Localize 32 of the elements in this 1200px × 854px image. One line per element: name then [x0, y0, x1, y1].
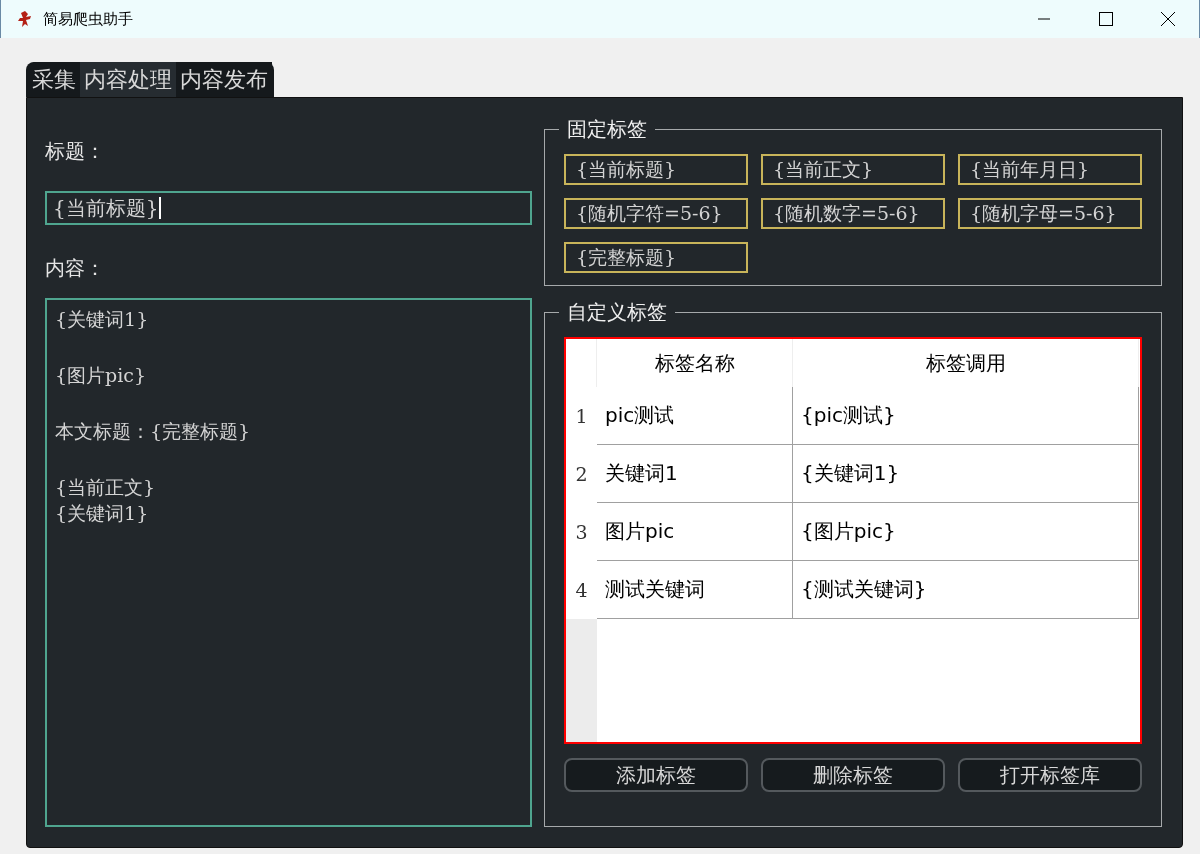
tag-chip[interactable]: {当前标题} — [564, 154, 748, 185]
group-title: 自定义标签 — [559, 299, 675, 326]
tag-chip[interactable]: {当前年月日} — [958, 154, 1142, 185]
tag-chip[interactable]: {随机字符=5-6} — [564, 198, 748, 229]
content-line: {图片pic} — [55, 363, 148, 388]
table-cell: 图片pic — [597, 503, 793, 561]
close-icon[interactable] — [1158, 9, 1178, 29]
tag-chip[interactable]: {随机字母=5-6} — [958, 198, 1142, 229]
action-button[interactable]: 添加标签 — [564, 758, 748, 792]
table-cell: {测试关键词} — [793, 561, 1139, 619]
table-cell: {图片pic} — [793, 503, 1139, 561]
content-line: {关键词1} — [55, 501, 150, 526]
maximize-icon[interactable] — [1096, 9, 1116, 29]
table-cell: {关键词1} — [793, 445, 1139, 503]
content-line: {关键词1} — [55, 307, 150, 332]
tag-chip[interactable]: {完整标题} — [564, 242, 748, 273]
field-label: 标题： — [45, 138, 106, 165]
table-cell: pic测试 — [597, 387, 793, 445]
action-button[interactable]: 打开标签库 — [958, 758, 1142, 792]
tab[interactable]: 内容处理 — [80, 62, 176, 97]
table-cell: {pic测试} — [793, 387, 1139, 445]
table-cell: 测试关键词 — [597, 561, 793, 619]
content-line: {当前正文} — [55, 475, 157, 500]
table-cell: 关键词1 — [597, 445, 793, 503]
tag-chip[interactable]: {随机数字=5-6} — [761, 198, 945, 229]
title-field[interactable]: {当前标题} — [45, 191, 532, 225]
field-label: 内容： — [45, 255, 106, 282]
window-title: 简易爬虫助手 — [43, 9, 133, 29]
action-button[interactable]: 删除标签 — [761, 758, 945, 792]
content-field[interactable]: {关键词1} {图片pic} 本文标题：{完整标题} {当前正文} {关键词1} — [45, 298, 532, 827]
content-line: 本文标题：{完整标题} — [55, 419, 252, 444]
tag-chip[interactable]: {当前正文} — [761, 154, 945, 185]
